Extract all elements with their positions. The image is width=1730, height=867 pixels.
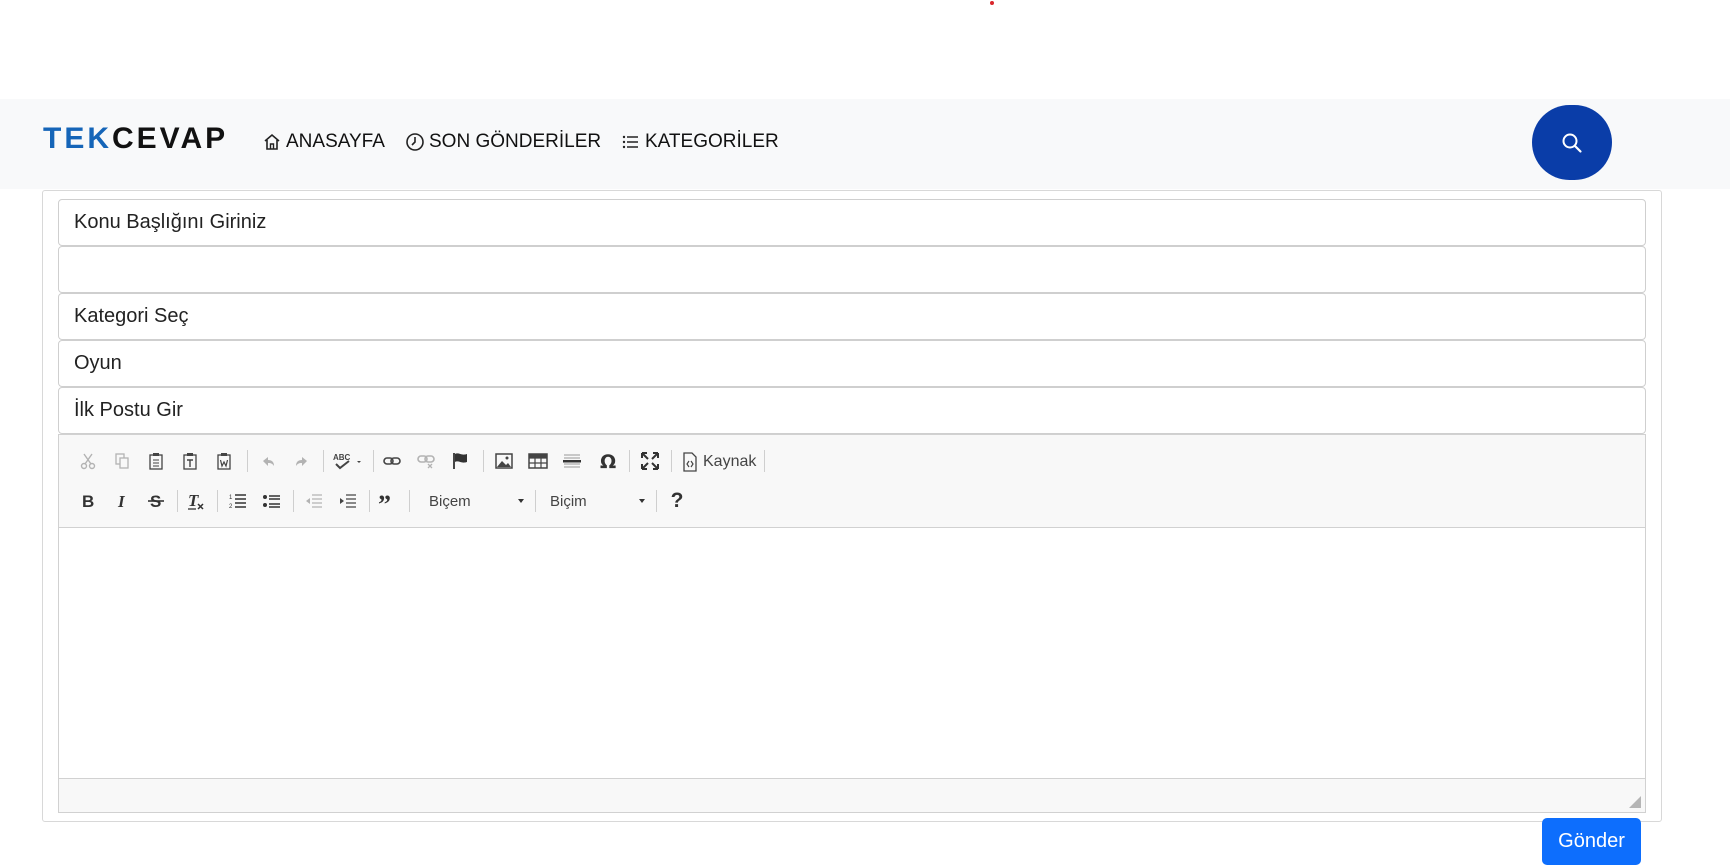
remove-format-icon[interactable]: T (183, 488, 209, 514)
copy-icon[interactable] (109, 448, 135, 474)
editor-statusbar (59, 778, 1645, 812)
flag-icon[interactable] (447, 448, 473, 474)
category-value: Oyun (74, 352, 122, 374)
link-icon[interactable] (379, 448, 405, 474)
table-icon[interactable] (525, 448, 551, 474)
rich-text-editor: ABC Ω Kaynak B I S T 12 ” Biçem Biçim ? (58, 434, 1646, 813)
source-icon (683, 452, 697, 472)
italic-icon[interactable]: I (109, 488, 135, 514)
brand-part-1: TEK (43, 122, 112, 155)
svg-text:2: 2 (229, 504, 233, 510)
toolbar-separator (671, 450, 672, 472)
svg-text:1: 1 (229, 495, 233, 501)
category-select[interactable]: Oyun (58, 340, 1646, 387)
toolbar-separator (177, 490, 178, 512)
undo-icon[interactable] (255, 448, 281, 474)
clock-icon (406, 133, 424, 151)
home-icon (264, 133, 280, 150)
bold-icon[interactable]: B (75, 488, 101, 514)
title-label-field: Konu Başlığını Giriniz (58, 199, 1646, 246)
brand-logo[interactable]: TEKCEVAP (43, 122, 228, 156)
styles-label: Biçem (429, 492, 471, 510)
nav-item-label: ANASAYFA (286, 131, 385, 152)
search-icon (1562, 133, 1582, 153)
search-button[interactable] (1532, 105, 1612, 180)
format-dropdown[interactable]: Biçim (550, 488, 645, 514)
image-icon[interactable] (491, 448, 517, 474)
svg-text:T: T (188, 491, 199, 510)
unlink-icon[interactable] (413, 448, 439, 474)
svg-text:”: ” (378, 492, 391, 510)
toolbar-separator (483, 450, 484, 472)
svg-text:B: B (82, 492, 94, 510)
toolbar-separator (369, 490, 370, 512)
horizontal-line-icon[interactable] (559, 448, 585, 474)
numbered-list-icon[interactable]: 12 (225, 488, 251, 514)
blockquote-icon[interactable]: ” (375, 488, 401, 514)
chevron-down-icon (518, 499, 524, 503)
toolbar-separator (247, 450, 248, 472)
category-label-field: Kategori Seç (58, 293, 1646, 340)
outdent-icon[interactable] (301, 488, 327, 514)
spellcheck-icon[interactable]: ABC (331, 448, 367, 474)
strike-icon[interactable]: S (143, 488, 169, 514)
title-input[interactable] (58, 246, 1646, 293)
toolbar-separator (764, 450, 765, 472)
maximize-icon[interactable] (637, 448, 663, 474)
bulleted-list-icon[interactable] (259, 488, 285, 514)
toolbar-separator (323, 450, 324, 472)
toolbar-separator (409, 490, 410, 512)
brand-part-2: CEVAP (112, 122, 229, 155)
toolbar-separator (217, 490, 218, 512)
styles-dropdown[interactable]: Biçem (429, 488, 524, 514)
indicator-dot (990, 1, 994, 5)
submit-button[interactable]: Gönder (1542, 818, 1641, 865)
nav-item-kategoriler[interactable]: KATEGORİLER (621, 130, 779, 154)
nav-item-label: KATEGORİLER (645, 131, 779, 152)
editor-toolbar: ABC Ω Kaynak B I S T 12 ” Biçem Biçim ? (59, 435, 1645, 528)
first-post-label-field: İlk Postu Gir (58, 387, 1646, 434)
toolbar-separator (293, 490, 294, 512)
category-label: Kategori Seç (74, 305, 189, 327)
navbar (0, 99, 1730, 189)
cut-icon[interactable] (75, 448, 101, 474)
svg-text:Ω: Ω (600, 451, 616, 471)
redo-icon[interactable] (289, 448, 315, 474)
toolbar-separator (656, 490, 657, 512)
chevron-down-icon (639, 499, 645, 503)
toolbar-separator (629, 450, 630, 472)
toolbar-separator (535, 490, 536, 512)
title-label: Konu Başlığını Giriniz (74, 211, 267, 233)
nav-item-label: SON GÖNDERİLER (429, 131, 602, 152)
toolbar-separator (373, 450, 374, 472)
nav-item-son-gonderiler[interactable]: SON GÖNDERİLER (405, 130, 601, 154)
nav-item-anasayfa[interactable]: ANASAYFA (262, 130, 385, 154)
paste-word-icon[interactable] (211, 448, 237, 474)
help-icon[interactable]: ? (664, 488, 690, 514)
resize-handle-icon[interactable] (1629, 796, 1641, 808)
indent-icon[interactable] (335, 488, 361, 514)
special-char-icon[interactable]: Ω (595, 448, 621, 474)
format-label: Biçim (550, 492, 587, 510)
first-post-label: İlk Postu Gir (74, 399, 183, 421)
paste-icon[interactable] (143, 448, 169, 474)
list-icon (622, 135, 638, 149)
paste-text-icon[interactable] (177, 448, 203, 474)
editor-content[interactable] (59, 529, 1645, 779)
source-label: Kaynak (703, 453, 757, 470)
source-button[interactable]: Kaynak (681, 451, 756, 473)
svg-text:I: I (117, 492, 126, 510)
